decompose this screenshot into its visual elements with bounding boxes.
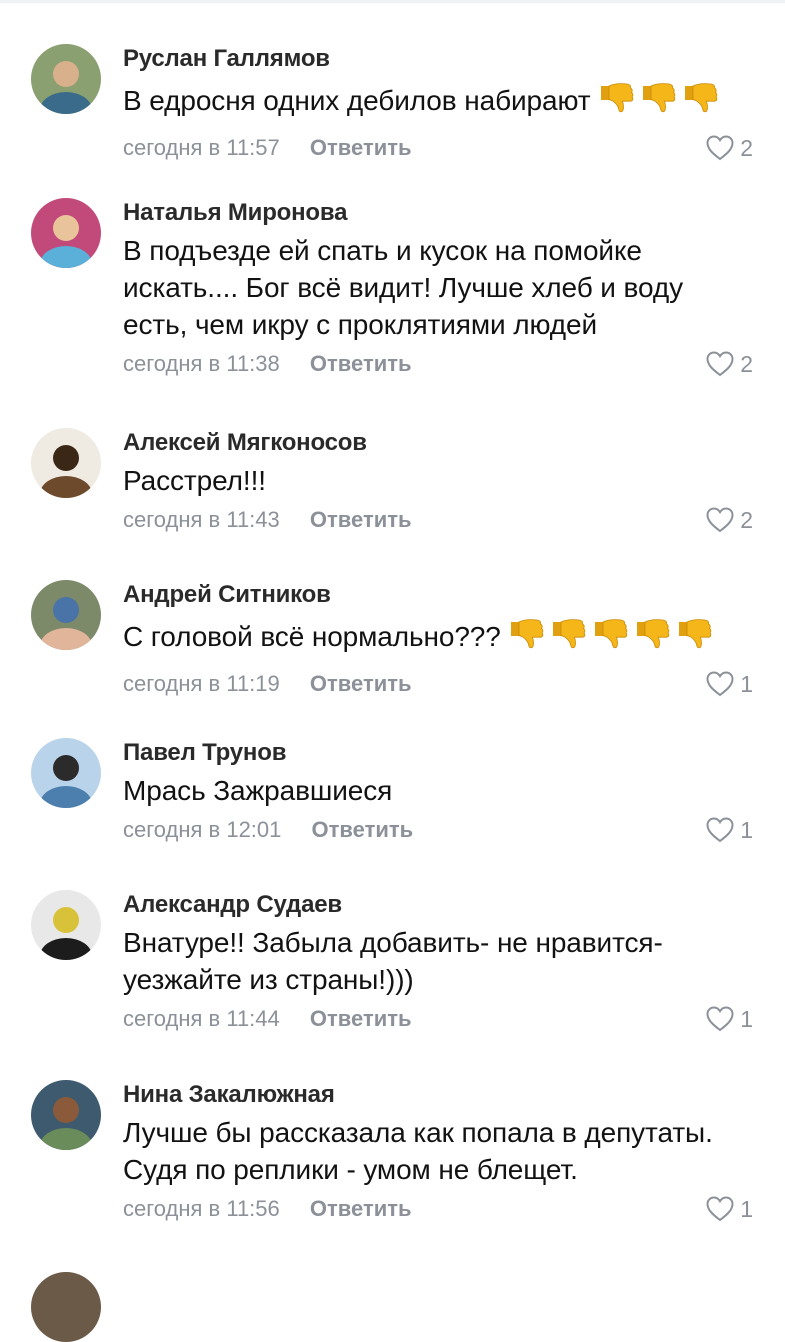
comment-body: Павел Трунов Мрась Зажравшиеся сегодня в… (123, 738, 763, 845)
emoji-group (597, 78, 723, 127)
comment-author[interactable]: Руслан Галлямов (123, 44, 763, 74)
like-count: 2 (740, 507, 753, 533)
like-count: 2 (740, 135, 753, 161)
comment-timestamp: сегодня в 11:44 (123, 1006, 280, 1031)
thumbs-down-emoji (594, 619, 628, 649)
like-button[interactable]: 1 (706, 815, 753, 845)
comment-timestamp: сегодня в 11:38 (123, 351, 280, 376)
thumbs-down-emoji (552, 619, 586, 649)
comment-timestamp: сегодня в 12:01 (123, 817, 282, 842)
comment-author[interactable]: Андрей Ситников (123, 580, 763, 610)
avatar[interactable] (31, 428, 101, 498)
avatar[interactable] (31, 44, 101, 114)
comment-text: Мрась Зажравшиеся (123, 772, 763, 809)
comment-author[interactable]: Наталья Миронова (123, 198, 763, 228)
avatar[interactable] (31, 890, 101, 960)
like-button[interactable]: 1 (706, 1194, 753, 1224)
top-divider (0, 0, 785, 3)
heart-icon (706, 817, 734, 843)
reply-button[interactable]: Ответить (310, 349, 412, 379)
like-count: 1 (740, 1196, 753, 1222)
like-button[interactable]: 1 (706, 1004, 753, 1034)
comment-meta: сегодня в 11:57 Ответить 2 (123, 133, 763, 163)
like-button[interactable]: 1 (706, 669, 753, 699)
comment-body: Наталья Миронова В подъезде ей спать и к… (123, 198, 763, 379)
reply-button[interactable]: Ответить (310, 505, 412, 535)
avatar[interactable] (31, 580, 101, 650)
comment-body: Александр Судаев Внатуре!! Забыла добави… (123, 890, 763, 1034)
comment-author[interactable]: Павел Трунов (123, 738, 763, 768)
comment-timestamp: сегодня в 11:19 (123, 671, 280, 696)
comment-body: Нина Закалюжная Лучше бы рассказала как … (123, 1080, 763, 1224)
comment-text: В едросня одних дебилов набирают (123, 78, 763, 127)
emoji-group (507, 614, 717, 663)
heart-icon (706, 1006, 734, 1032)
comment-meta: сегодня в 11:56 Ответить 1 (123, 1194, 763, 1224)
like-count: 1 (740, 1006, 753, 1032)
reply-button[interactable]: Ответить (310, 133, 412, 163)
comment-timestamp: сегодня в 11:43 (123, 507, 280, 532)
comment-text: С головой всё нормально??? (123, 614, 763, 663)
like-button[interactable]: 2 (706, 505, 753, 535)
avatar[interactable] (31, 1080, 101, 1150)
thumbs-down-emoji (678, 619, 712, 649)
thumbs-down-emoji (684, 83, 717, 113)
avatar[interactable] (31, 1272, 101, 1342)
like-count: 1 (740, 817, 753, 843)
like-button[interactable]: 2 (706, 349, 753, 379)
reply-button[interactable]: Ответить (310, 669, 412, 699)
comment-text: Лучше бы рассказала как попала в депутат… (123, 1114, 763, 1188)
comment-body: Андрей Ситников С головой всё нормально?… (123, 580, 763, 699)
reply-button[interactable]: Ответить (310, 1004, 412, 1034)
comment-text: Внатуре!! Забыла добавить- не нравится- … (123, 924, 763, 998)
thumbs-down-emoji (642, 83, 675, 113)
heart-icon (706, 1196, 734, 1222)
like-count: 1 (740, 671, 753, 697)
comment-text-content: Лучше бы рассказала как попала в депутат… (123, 1117, 713, 1185)
thumbs-down-emoji (636, 619, 670, 649)
avatar[interactable] (31, 738, 101, 808)
avatar[interactable] (31, 198, 101, 268)
like-button[interactable]: 2 (706, 133, 753, 163)
comment-text-content: Расстрел!!! (123, 465, 266, 496)
thumbs-down-emoji (600, 83, 633, 113)
comment-meta: сегодня в 11:43 Ответить 2 (123, 505, 763, 535)
comment-body: Руслан Галлямов В едросня одних дебилов … (123, 44, 763, 163)
comment-timestamp: сегодня в 11:56 (123, 1196, 280, 1221)
comment-timestamp: сегодня в 11:57 (123, 135, 280, 160)
heart-icon (706, 135, 734, 161)
reply-button[interactable]: Ответить (312, 815, 414, 845)
thumbs-down-emoji (510, 619, 544, 649)
comment-body: Алексей Мягконосов Расстрел!!! сегодня в… (123, 428, 763, 535)
comment-meta: сегодня в 11:44 Ответить 1 (123, 1004, 763, 1034)
comment-meta: сегодня в 11:38 Ответить 2 (123, 349, 763, 379)
comment-text-content: С головой всё нормально??? (123, 621, 501, 652)
comment-author[interactable]: Нина Закалюжная (123, 1080, 763, 1110)
like-count: 2 (740, 351, 753, 377)
heart-icon (706, 671, 734, 697)
comment-text: В подъезде ей спать и кусок на помойке и… (123, 232, 763, 343)
comment-author[interactable]: Александр Судаев (123, 890, 763, 920)
comment-text-content: В едросня одних дебилов набирают (123, 85, 591, 116)
comment-meta: сегодня в 11:19 Ответить 1 (123, 669, 763, 699)
comment-text-content: Мрась Зажравшиеся (123, 775, 393, 806)
comment-text: Расстрел!!! (123, 462, 763, 499)
comment-text-content: В подъезде ей спать и кусок на помойке и… (123, 235, 683, 340)
comment-meta: сегодня в 12:01 Ответить 1 (123, 815, 763, 845)
heart-icon (706, 351, 734, 377)
reply-button[interactable]: Ответить (310, 1194, 412, 1224)
comment-text-content: Внатуре!! Забыла добавить- не нравится- … (123, 927, 663, 995)
comment-author[interactable]: Алексей Мягконосов (123, 428, 763, 458)
heart-icon (706, 507, 734, 533)
